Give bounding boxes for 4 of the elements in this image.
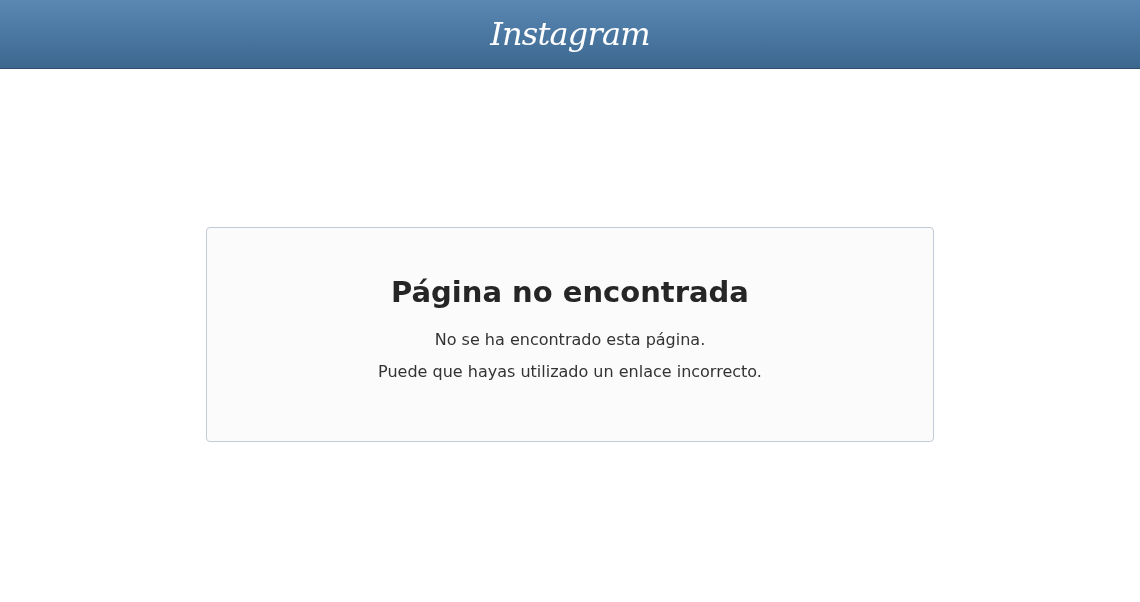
logo[interactable]: Instagram [490,10,650,58]
error-title: Página no encontrada [391,274,749,311]
error-message: Puede que hayas utilizado un enlace incorrecto. [378,361,762,383]
error-message: No se ha encontrado esta página. [434,329,706,351]
